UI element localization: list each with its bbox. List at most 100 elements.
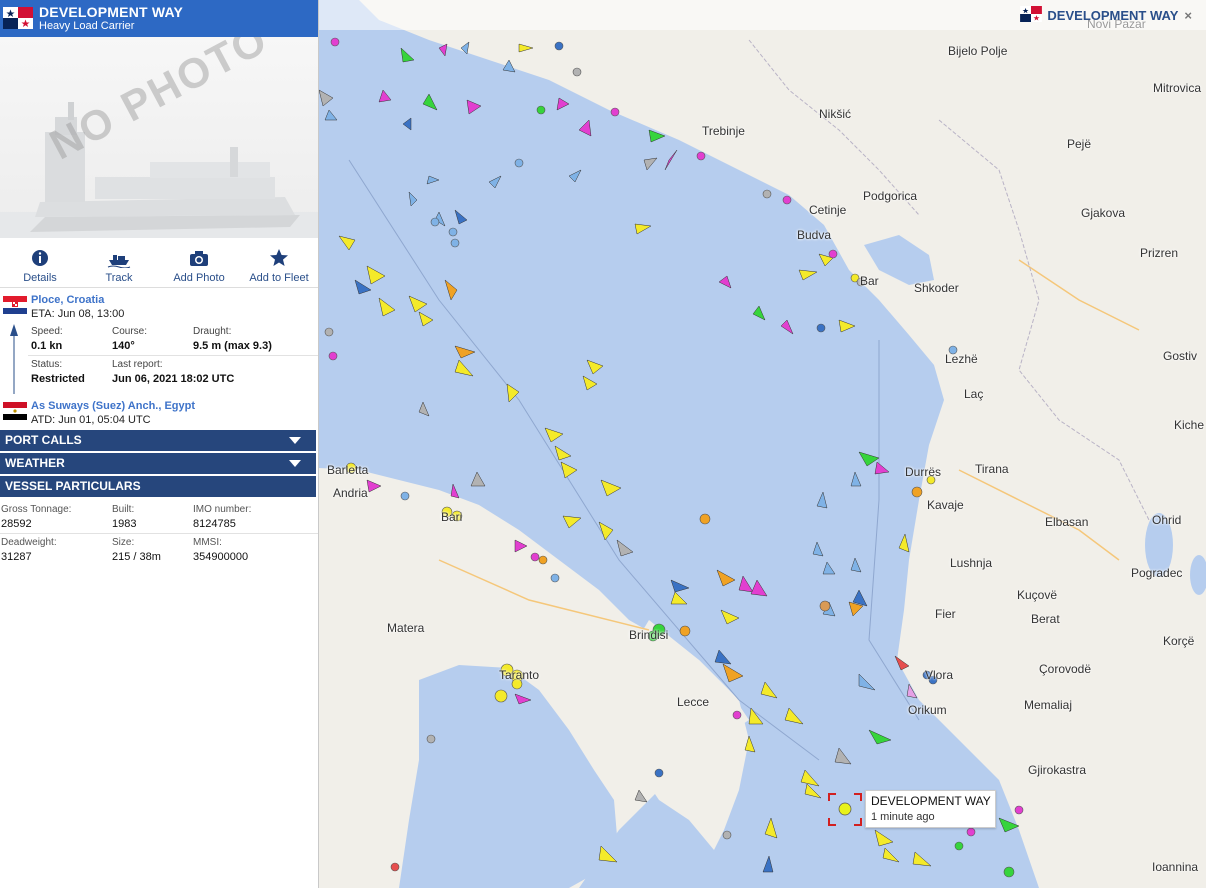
place-label: Memaliaj: [1024, 698, 1073, 712]
close-icon[interactable]: ×: [1184, 8, 1192, 23]
built-value: 1983: [112, 518, 137, 530]
map-base: [319, 0, 1206, 888]
panama-flag-icon: [3, 7, 33, 29]
place-label: Ioannina: [1152, 860, 1199, 874]
vessel-particulars: Gross Tonnage: 28592 Built: 1983 IMO num…: [0, 499, 318, 569]
chevron-down-icon: [289, 437, 301, 444]
place-label: Lecce: [677, 695, 710, 709]
vessel-dot: [430, 217, 440, 227]
place-label: Kavaje: [927, 498, 964, 512]
vessel-dot: [828, 249, 838, 259]
course-label: Course:: [112, 326, 148, 337]
callout-time: 1 minute ago: [871, 811, 935, 823]
vessel-dot: [1003, 866, 1015, 878]
vessel-dot: [328, 351, 338, 361]
last-report-label: Last report:: [112, 359, 163, 370]
place-label: Prizren: [1140, 246, 1179, 260]
vessel-dot: [514, 158, 524, 168]
place-label: Gostiv: [1163, 349, 1198, 363]
place-label: Laç: [964, 387, 984, 401]
egypt-flag-icon: [3, 402, 27, 420]
vessel-dot: [654, 768, 664, 778]
place-label: Gjakova: [1081, 206, 1126, 220]
vessel-photo-placeholder[interactable]: NO PHOTO: [0, 37, 318, 238]
vessel-dot: [762, 189, 772, 199]
weather-title: WEATHER: [5, 456, 65, 470]
vessel-particulars-section[interactable]: VESSEL PARTICULARS: [0, 476, 316, 497]
details-button[interactable]: Details: [0, 248, 80, 284]
vessel-name: DEVELOPMENT WAY: [39, 4, 184, 20]
add-to-fleet-button[interactable]: Add to Fleet: [239, 248, 318, 284]
track-label: Track: [105, 272, 133, 284]
destination-port-link[interactable]: Ploce, Croatia: [31, 294, 104, 306]
built-label: Built:: [112, 504, 135, 515]
deadweight-label: Deadweight:: [1, 537, 57, 548]
vessel-dot: [696, 151, 706, 161]
speed-label: Speed:: [31, 326, 63, 337]
vessel-callout[interactable]: DEVELOPMENT WAY 1 minute ago: [865, 790, 996, 828]
port-calls-section[interactable]: PORT CALLS: [0, 430, 316, 451]
vessel-dot: [494, 689, 508, 703]
vessel-dot: [330, 37, 340, 47]
mmsi-label: MMSI:: [193, 537, 222, 548]
vessel-dot: [426, 734, 436, 744]
vessel-dot: [1014, 805, 1024, 815]
mmsi-value: 354900000: [193, 551, 249, 563]
lake-prespa: [1190, 555, 1206, 595]
add-photo-label: Add Photo: [173, 272, 225, 284]
vessel-dot: [550, 573, 560, 583]
callout-vessel-name: DEVELOPMENT WAY: [871, 794, 991, 808]
place-label: Kiche: [1174, 418, 1205, 432]
vessel-dot: [732, 710, 742, 720]
port-calls-title: PORT CALLS: [5, 433, 82, 447]
place-label: Andria: [333, 486, 368, 500]
destination-row: Ploce, Croatia ETA: Jun 08, 13:00: [0, 288, 318, 322]
vessel-dot: [679, 625, 691, 637]
vessel-dot: [572, 67, 582, 77]
track-button[interactable]: Track: [79, 248, 159, 284]
place-label: Bijelo Polje: [948, 44, 1008, 58]
deadweight-value: 31287: [1, 551, 32, 563]
vessel-dot: [390, 862, 400, 872]
details-label: Details: [23, 272, 57, 284]
place-label: Bar: [860, 274, 879, 288]
status-label: Status:: [31, 359, 63, 370]
size-label: Size:: [112, 537, 135, 548]
place-label: Shkoder: [914, 281, 959, 295]
divider: [28, 355, 318, 356]
place-label: Çorovodë: [1039, 662, 1092, 676]
vessel-dot: [536, 105, 546, 115]
place-label: Elbasan: [1045, 515, 1089, 529]
vessel-particulars-title: VESSEL PARTICULARS: [5, 479, 141, 493]
course-value: 140°: [112, 340, 135, 352]
weather-section[interactable]: WEATHER: [0, 453, 316, 474]
place-label: Tirana: [975, 462, 1009, 476]
vessel-info-panel: DEVELOPMENT WAY Heavy Load Carrier NO PH…: [0, 0, 319, 888]
map-canvas[interactable]: Novi Pazar Bijelo Polje Mitrovica Nikšić…: [319, 0, 1206, 888]
vessel-marker: [634, 789, 648, 803]
vessel-dot: [324, 327, 334, 337]
vessel-marker: [514, 539, 528, 553]
place-label: Trebinje: [702, 124, 745, 138]
add-to-fleet-label: Add to Fleet: [249, 272, 309, 284]
selected-vessel-tab[interactable]: DEVELOPMENT WAY ×: [1020, 6, 1192, 26]
gross-tonnage-label: Gross Tonnage:: [1, 504, 72, 515]
origin-port-link[interactable]: As Suways (Suez) Anch., Egypt: [31, 400, 195, 412]
vessel-dot: [530, 552, 540, 562]
draught-label: Draught:: [193, 326, 232, 337]
place-label: Nikšić: [819, 107, 851, 121]
place-label: Orikum: [908, 703, 947, 717]
place-label: Matera: [387, 621, 425, 635]
place-label: Mitrovica: [1153, 81, 1202, 95]
place-label: Budva: [797, 228, 832, 242]
vessel-dot: [819, 600, 831, 612]
gulf-of-taranto: [399, 665, 619, 888]
vessel-dot: [554, 41, 564, 51]
place-label: Pejë: [1067, 137, 1092, 151]
atd-text: ATD: Jun 01, 05:04 UTC: [31, 414, 151, 426]
vessel-dot: [448, 227, 458, 237]
vessel-dot: [450, 238, 460, 248]
vessel-dot: [782, 195, 792, 205]
place-label: Lezhë: [945, 352, 978, 366]
add-photo-button[interactable]: Add Photo: [159, 248, 239, 284]
